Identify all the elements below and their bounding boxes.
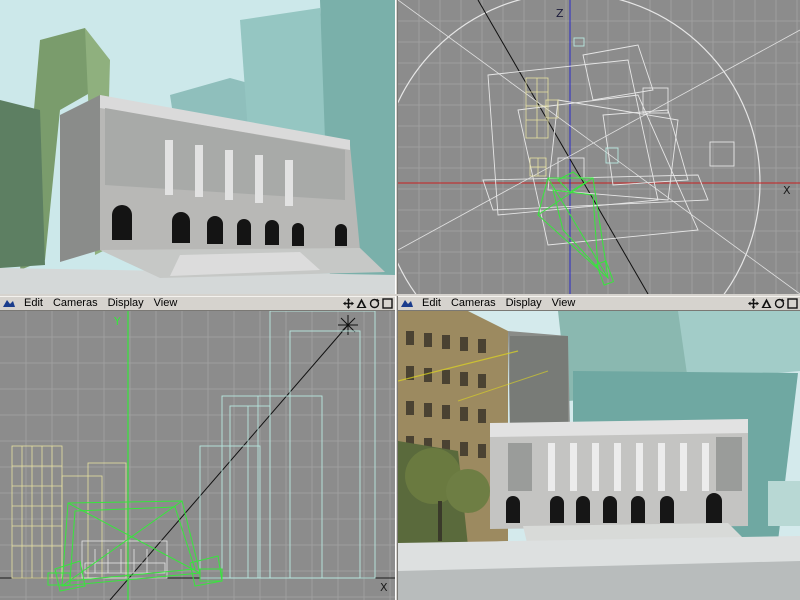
app-logo-icon <box>401 300 413 307</box>
scale-icon[interactable] <box>761 298 772 309</box>
front-axis-label-x: X <box>783 184 791 197</box>
menu-edit[interactable]: Edit <box>19 297 48 310</box>
rotate-icon[interactable] <box>774 298 785 309</box>
viewport-side-wireframe[interactable]: Y X <box>0 311 395 600</box>
move-icon[interactable] <box>748 298 759 309</box>
menu-view[interactable]: View <box>547 297 581 310</box>
menu-view[interactable]: View <box>149 297 183 310</box>
rotate-icon[interactable] <box>369 298 380 309</box>
side-viewport-menubar: Edit Cameras Display View <box>0 296 395 311</box>
scale-icon[interactable] <box>356 298 367 309</box>
menu-display[interactable]: Display <box>103 297 149 310</box>
menu-cameras[interactable]: Cameras <box>446 297 501 310</box>
viewport-perspective-render[interactable] <box>0 0 395 294</box>
side-axis-label-x: X <box>380 581 388 594</box>
app-logo-icon <box>3 300 15 307</box>
side-axis-label-y: Y <box>113 315 121 328</box>
menu-display[interactable]: Display <box>501 297 547 310</box>
viewport-front-wireframe[interactable]: Z X <box>398 0 800 294</box>
maximize-icon[interactable] <box>787 298 798 309</box>
viewport-camera-render[interactable] <box>398 311 800 600</box>
maximize-icon[interactable] <box>382 298 393 309</box>
move-icon[interactable] <box>343 298 354 309</box>
menu-edit[interactable]: Edit <box>417 297 446 310</box>
front-axis-label-z: Z <box>556 7 564 20</box>
top-right-viewport-menubar: Edit Cameras Display View <box>398 296 800 311</box>
menu-cameras[interactable]: Cameras <box>48 297 103 310</box>
